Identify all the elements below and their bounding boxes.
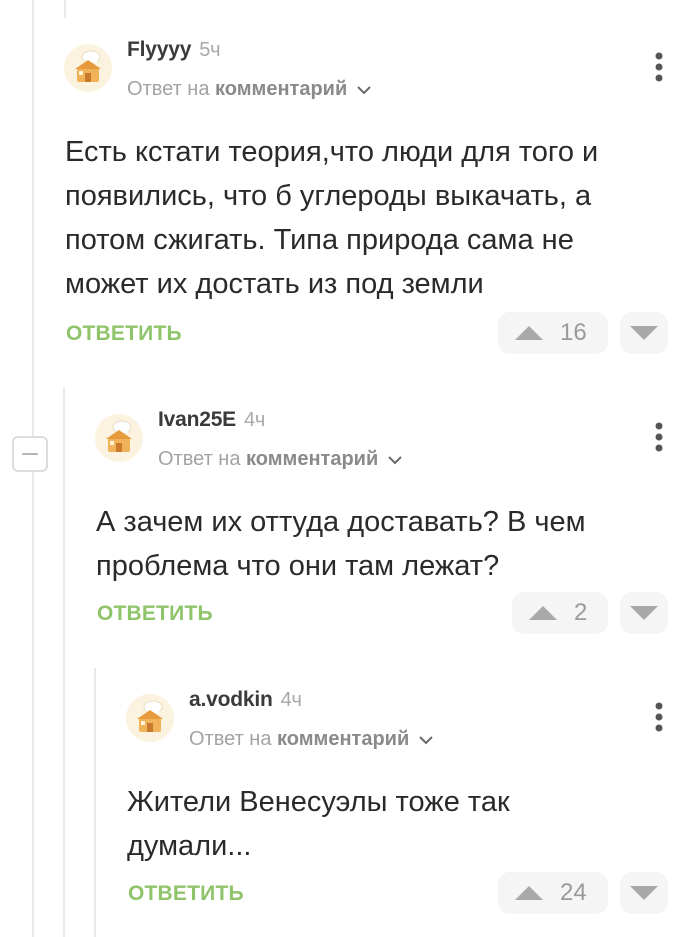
downvote-button[interactable]	[620, 872, 668, 914]
reply-to-link[interactable]: Ответ на комментарий	[189, 728, 433, 751]
chevron-down-icon[interactable]	[419, 735, 433, 745]
author-name-text[interactable]: a.vodkin	[189, 688, 273, 711]
avatar[interactable]	[126, 694, 174, 742]
comment-time: 4ч	[280, 689, 302, 711]
comment-text-line: Жители Венесуэлы тоже так	[127, 786, 510, 818]
comment-text: Жители Венесуэлы тоже так думали...	[127, 780, 510, 868]
author-name[interactable]: a.vodkin 4ч	[189, 688, 302, 712]
comment-a-vodkin: a.vodkin 4ч Ответ на комментарий Жители В…	[0, 0, 700, 937]
vote-count: 24	[560, 879, 587, 906]
upvote-button[interactable]: 24	[498, 872, 608, 914]
reply-button[interactable]: ОТВЕТИТЬ	[128, 882, 244, 906]
reply-to-prefix: Ответ на	[189, 728, 272, 750]
comment-text-line: думали...	[127, 830, 252, 862]
reply-to-target[interactable]: комментарий	[277, 728, 409, 750]
triangle-down-icon	[630, 886, 658, 900]
triangle-up-icon	[515, 886, 543, 900]
vertical-dots-icon[interactable]	[655, 702, 663, 732]
